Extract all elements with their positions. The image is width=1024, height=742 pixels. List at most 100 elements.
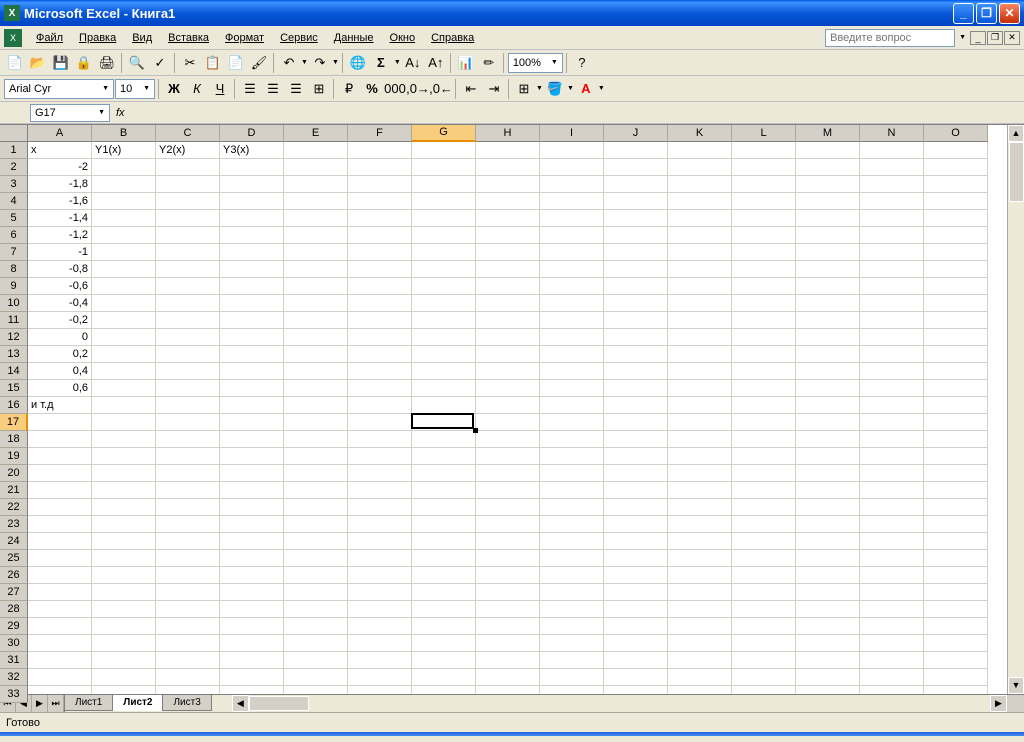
cell-A18[interactable]: [28, 431, 92, 448]
cell-J19[interactable]: [604, 448, 668, 465]
cell-L12[interactable]: [732, 329, 796, 346]
drawing-button[interactable]: ✏: [478, 52, 500, 74]
cell-J14[interactable]: [604, 363, 668, 380]
cell-L5[interactable]: [732, 210, 796, 227]
cell-G6[interactable]: [412, 227, 476, 244]
cell-O18[interactable]: [924, 431, 988, 448]
cell-I8[interactable]: [540, 261, 604, 278]
cell-K5[interactable]: [668, 210, 732, 227]
cell-L13[interactable]: [732, 346, 796, 363]
cell-G31[interactable]: [412, 652, 476, 669]
sort-asc-button[interactable]: A↓: [402, 52, 424, 74]
cell-A30[interactable]: [28, 635, 92, 652]
cell-C23[interactable]: [156, 516, 220, 533]
cell-G2[interactable]: [412, 159, 476, 176]
sheet-tab-Лист3[interactable]: Лист3: [163, 695, 211, 711]
cell-N33[interactable]: [860, 686, 924, 694]
cell-L32[interactable]: [732, 669, 796, 686]
column-header-E[interactable]: E: [284, 125, 348, 142]
horizontal-scrollbar[interactable]: ◀ ▶: [232, 695, 1024, 712]
cell-D27[interactable]: [220, 584, 284, 601]
redo-button[interactable]: ↷▼: [309, 52, 339, 74]
cell-O27[interactable]: [924, 584, 988, 601]
cell-D19[interactable]: [220, 448, 284, 465]
cell-G26[interactable]: [412, 567, 476, 584]
cell-E14[interactable]: [284, 363, 348, 380]
cell-H19[interactable]: [476, 448, 540, 465]
cell-M29[interactable]: [796, 618, 860, 635]
cell-O25[interactable]: [924, 550, 988, 567]
cell-F3[interactable]: [348, 176, 412, 193]
vertical-scrollbar[interactable]: ▲ ▼: [1007, 125, 1024, 694]
cell-E12[interactable]: [284, 329, 348, 346]
cell-J25[interactable]: [604, 550, 668, 567]
cell-L2[interactable]: [732, 159, 796, 176]
doc-close-button[interactable]: ✕: [1004, 31, 1020, 45]
cell-B14[interactable]: [92, 363, 156, 380]
cell-H20[interactable]: [476, 465, 540, 482]
undo-button[interactable]: ↶▼: [278, 52, 308, 74]
print-button[interactable]: 🖨: [96, 52, 118, 74]
cell-A29[interactable]: [28, 618, 92, 635]
cell-H14[interactable]: [476, 363, 540, 380]
cell-K31[interactable]: [668, 652, 732, 669]
cell-C1[interactable]: Y2(x): [156, 142, 220, 159]
cell-D24[interactable]: [220, 533, 284, 550]
cell-B3[interactable]: [92, 176, 156, 193]
cell-B29[interactable]: [92, 618, 156, 635]
cell-O26[interactable]: [924, 567, 988, 584]
cell-C21[interactable]: [156, 482, 220, 499]
cell-J12[interactable]: [604, 329, 668, 346]
cell-H1[interactable]: [476, 142, 540, 159]
menu-help[interactable]: Справка: [423, 30, 482, 46]
cell-D29[interactable]: [220, 618, 284, 635]
cell-L26[interactable]: [732, 567, 796, 584]
font-select[interactable]: Arial Cyr▼: [4, 79, 114, 99]
cell-I32[interactable]: [540, 669, 604, 686]
cell-H15[interactable]: [476, 380, 540, 397]
row-header-16[interactable]: 16: [0, 397, 28, 414]
cell-I29[interactable]: [540, 618, 604, 635]
cell-N29[interactable]: [860, 618, 924, 635]
cell-F14[interactable]: [348, 363, 412, 380]
bold-button[interactable]: Ж: [163, 78, 185, 100]
vscroll-thumb[interactable]: [1009, 142, 1024, 202]
cell-F31[interactable]: [348, 652, 412, 669]
column-header-C[interactable]: C: [156, 125, 220, 142]
cell-E32[interactable]: [284, 669, 348, 686]
cell-J32[interactable]: [604, 669, 668, 686]
menu-edit[interactable]: Правка: [71, 30, 124, 46]
row-header-23[interactable]: 23: [0, 516, 28, 533]
cell-A12[interactable]: 0: [28, 329, 92, 346]
cell-F26[interactable]: [348, 567, 412, 584]
cell-O10[interactable]: [924, 295, 988, 312]
cell-F9[interactable]: [348, 278, 412, 295]
cell-O4[interactable]: [924, 193, 988, 210]
scroll-up-button[interactable]: ▲: [1008, 125, 1024, 142]
cell-O32[interactable]: [924, 669, 988, 686]
print-preview-button[interactable]: 🔍: [126, 52, 148, 74]
comma-button[interactable]: 000: [384, 78, 406, 100]
sheet-tab-Лист2[interactable]: Лист2: [113, 695, 163, 711]
cell-H16[interactable]: [476, 397, 540, 414]
cell-E27[interactable]: [284, 584, 348, 601]
cell-N23[interactable]: [860, 516, 924, 533]
cell-E29[interactable]: [284, 618, 348, 635]
row-header-28[interactable]: 28: [0, 601, 28, 618]
cell-H3[interactable]: [476, 176, 540, 193]
cell-F12[interactable]: [348, 329, 412, 346]
cell-F21[interactable]: [348, 482, 412, 499]
cell-L29[interactable]: [732, 618, 796, 635]
cell-G1[interactable]: [412, 142, 476, 159]
column-header-D[interactable]: D: [220, 125, 284, 142]
cell-A9[interactable]: -0,6: [28, 278, 92, 295]
cell-F13[interactable]: [348, 346, 412, 363]
cell-M14[interactable]: [796, 363, 860, 380]
cell-N7[interactable]: [860, 244, 924, 261]
cell-K6[interactable]: [668, 227, 732, 244]
cell-A21[interactable]: [28, 482, 92, 499]
cell-C8[interactable]: [156, 261, 220, 278]
row-header-29[interactable]: 29: [0, 618, 28, 635]
cell-F30[interactable]: [348, 635, 412, 652]
cell-N5[interactable]: [860, 210, 924, 227]
